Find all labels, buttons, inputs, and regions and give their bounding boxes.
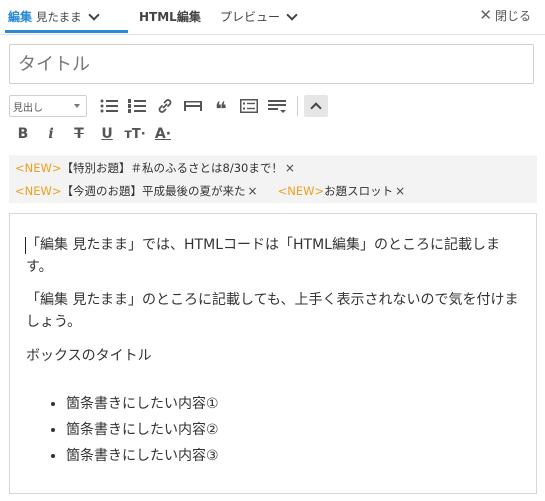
strikethrough-button[interactable]: T	[65, 122, 93, 146]
new-badge: <NEW>	[15, 184, 62, 198]
collapse-toolbar-button[interactable]	[304, 95, 328, 117]
remove-tag-icon[interactable]: ×	[395, 184, 405, 198]
topic-tag-line-2: <NEW> 【今週のお題】平成最後の夏が来た × <NEW> お題スロット ×	[15, 181, 405, 201]
tab-edit-wysiwyg[interactable]: 編集 見たまま	[8, 0, 100, 33]
horizontal-rule-icon	[184, 101, 202, 111]
remove-tag-icon[interactable]: ×	[248, 184, 258, 198]
tab-preview-label: プレビュー	[220, 10, 281, 24]
underline-button[interactable]: U	[93, 122, 121, 146]
close-button[interactable]: ✕ 閉じる	[479, 6, 531, 24]
topic-tag-link[interactable]: 【今週のお題】平成最後の夏が来た	[62, 183, 246, 199]
list-item: 箇条書きにしたい内容①	[66, 391, 219, 417]
topic-tag-link[interactable]: お題スロット	[324, 183, 393, 199]
underline-icon: U	[101, 126, 113, 142]
bold-icon: B	[17, 126, 29, 142]
font-color-button[interactable]: A·	[149, 122, 177, 146]
topic-tags-area: <NEW> 【特別お題】＃私のふるさとは8/30まで！ × <NEW> 【今週の…	[9, 155, 537, 203]
link-button[interactable]	[151, 94, 179, 118]
toolbar-row-1: 見出し ❝	[9, 94, 328, 121]
close-label: 閉じる	[494, 8, 531, 23]
bold-button[interactable]: B	[9, 122, 37, 146]
chevron-down-icon	[88, 8, 100, 21]
font-size-icon: тT·	[124, 126, 146, 142]
list-item: 箇条書きにしたい内容③	[66, 443, 219, 469]
editor-paragraph-2: 「編集 見たまま」のところに記載しても、上手く表示されないので気を付けましょう。	[26, 292, 519, 330]
quote-button[interactable]: ❝	[207, 94, 235, 121]
close-icon: ✕	[479, 6, 492, 24]
strikethrough-icon: T	[74, 126, 84, 142]
title-input[interactable]	[9, 44, 534, 84]
heading-select-value: 見出し	[13, 102, 43, 114]
toolbar-divider	[297, 96, 298, 116]
chevron-up-icon	[310, 102, 322, 114]
table-button[interactable]	[235, 94, 263, 118]
numbered-list-icon	[128, 99, 146, 113]
font-color-icon: A·	[154, 126, 172, 142]
topic-tag-line-1: <NEW> 【特別お題】＃私のふるさとは8/30まで！ ×	[15, 158, 295, 178]
chevron-down-icon	[286, 8, 298, 21]
horizontal-rule-button[interactable]	[179, 94, 207, 118]
box-title-text: ボックスのタイトル	[26, 348, 152, 364]
bulleted-list-button[interactable]	[95, 94, 123, 118]
bulleted-list-icon	[100, 99, 118, 113]
table-list-icon	[240, 99, 258, 113]
tab-edit-label: 編集	[8, 10, 33, 24]
tab-html-label: HTML編集	[139, 10, 201, 24]
list-item: 箇条書きにしたい内容②	[66, 417, 219, 443]
tab-preview[interactable]: プレビュー	[220, 0, 298, 33]
italic-button[interactable]: i	[37, 122, 65, 146]
tab-edit-mode: 見たまま	[36, 9, 82, 24]
heading-select[interactable]: 見出し	[9, 95, 87, 117]
link-icon	[158, 99, 172, 113]
text-lines-icon	[268, 100, 286, 113]
quote-icon: ❝	[215, 97, 227, 121]
remove-tag-icon[interactable]: ×	[285, 161, 295, 175]
caret-down-icon	[74, 104, 80, 108]
editor-paragraph-1: 「編集 見たまま」では、HTMLコードは「HTML編集」のところに記載します。	[26, 237, 500, 275]
editor-tab-bar: 編集 見たまま HTML編集 プレビュー ✕ 閉じる	[0, 0, 545, 35]
toolbar-row-2: B i T U тT· A·	[9, 122, 177, 146]
font-size-button[interactable]: тT·	[121, 122, 149, 146]
italic-icon: i	[48, 126, 54, 142]
more-options-button[interactable]	[263, 94, 291, 118]
new-badge: <NEW>	[15, 161, 62, 175]
tab-html-edit[interactable]: HTML編集	[139, 0, 201, 33]
numbered-list-button[interactable]	[123, 94, 151, 118]
active-tab-indicator	[5, 30, 128, 33]
topic-tag-link[interactable]: 【特別お題】＃私のふるさとは8/30まで！	[62, 160, 283, 176]
bullet-list: 箇条書きにしたい内容① 箇条書きにしたい内容② 箇条書きにしたい内容③	[26, 391, 219, 469]
editor-body[interactable]: 「編集 見たまま」では、HTMLコードは「HTML編集」のところに記載します。 …	[9, 213, 537, 494]
new-badge: <NEW>	[277, 184, 325, 198]
